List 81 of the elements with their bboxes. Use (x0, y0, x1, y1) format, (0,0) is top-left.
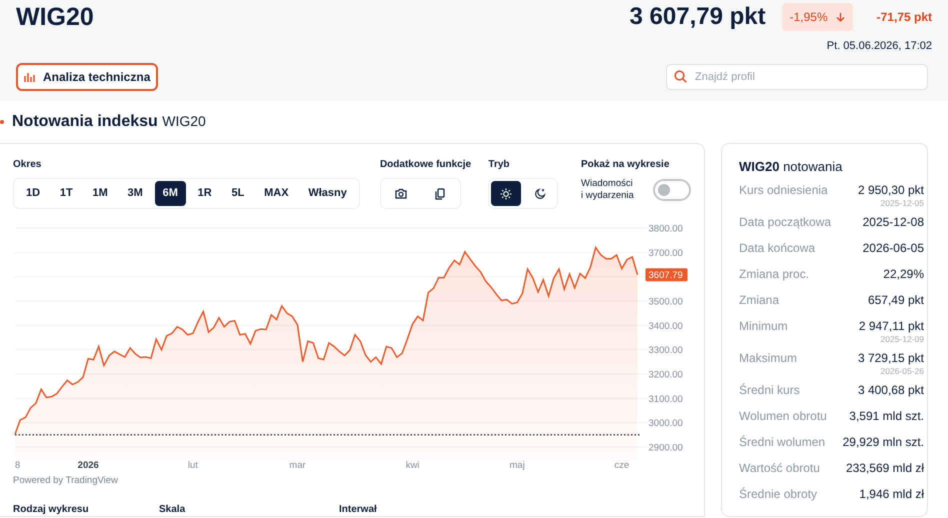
stat-label: Średnie obroty (739, 486, 818, 502)
y-axis-label: 3700.00 (648, 248, 683, 259)
stat-label: Data początkowa (739, 214, 832, 230)
stat-label: Data końcowa (739, 240, 816, 256)
technical-analysis-button[interactable]: Analiza techniczna (16, 62, 158, 90)
control-label: Dodatkowe funkcje (380, 158, 472, 172)
stat-value: 2025-12-08 (862, 214, 924, 228)
stat-date: 2026-05-26 (880, 366, 924, 376)
control-label: Interwał (339, 504, 377, 516)
moon-icon (534, 188, 546, 200)
section-title: Notowania indeksu WIG20 (12, 112, 206, 132)
y-axis-label: 3800.00 (648, 224, 683, 234)
stat-value: 233,569 mld zł (846, 460, 924, 474)
period-tab[interactable]: 6M (154, 181, 186, 206)
x-axis-label: lut (188, 460, 198, 471)
period-tab[interactable]: 1T (52, 181, 81, 206)
stat-value: 3 729,15 pkt (858, 350, 924, 364)
change-points: -71,75 pkt (876, 9, 932, 26)
y-axis-label: 3000.00 (648, 418, 683, 430)
stat-label: Zmiana (739, 292, 780, 308)
x-axis-label: 2026 (78, 460, 99, 471)
card-title: WIG20 notowania (739, 158, 844, 176)
stat-label: Wartość obrotu (739, 460, 820, 476)
y-axis-label: 3400.00 (648, 320, 683, 332)
x-axis-label: cze (614, 460, 630, 471)
period-tab[interactable]: 5L (224, 181, 252, 206)
stat-value: 1,946 mld zł (859, 486, 924, 500)
bar-chart-icon (24, 72, 35, 82)
x-axis-label: mar (289, 460, 306, 471)
control-label: Rodzaj wykresu (13, 504, 89, 516)
timestamp: Pt. 05.06.2026, 17:02 (826, 39, 932, 54)
x-axis-label: kwi (406, 460, 420, 471)
stat-label: Minimum (739, 318, 788, 334)
control-label: Tryb (488, 158, 511, 172)
stat-value: 2 947,11 pkt (858, 318, 924, 332)
page-title: WIG20 (16, 2, 94, 33)
x-axis-label: 8 (15, 460, 20, 471)
y-axis-label: 3200.00 (648, 370, 683, 380)
stat-label: Maksimum (739, 350, 798, 366)
period-tab[interactable]: 1D (18, 181, 48, 206)
control-label: Pokaż na wykresie (581, 158, 670, 172)
stat-value: 2026-06-05 (862, 240, 924, 254)
price-tag: 3607.79 (646, 268, 688, 282)
period-tab[interactable]: MAX (256, 181, 297, 206)
period-tab[interactable]: 1M (84, 181, 116, 206)
y-axis-label: 3500.00 (648, 296, 683, 308)
change-percent-badge: -1,95% (782, 3, 853, 31)
bullet-icon (0, 120, 4, 124)
stat-label: Wolumen obrotu (739, 408, 827, 424)
copy-icon (435, 188, 446, 200)
stat-label: Kurs odniesienia (739, 182, 828, 198)
index-price: 3 607,79 pkt (630, 2, 766, 32)
stat-value: 22,29% (883, 266, 924, 280)
sun-mode-button[interactable] (491, 181, 522, 206)
stat-value: 29,929 mln szt. (842, 434, 924, 448)
period-tab[interactable]: Własny (300, 181, 355, 206)
camera-icon (394, 188, 407, 199)
y-axis-label: 3300.00 (648, 345, 683, 356)
sun-icon (500, 188, 512, 200)
stat-value: 3,591 mld szt. (849, 408, 924, 422)
period-tab[interactable]: 1R (190, 181, 220, 206)
stat-date: 2025-12-05 (880, 198, 924, 208)
y-axis-label: 2900.00 (648, 442, 683, 454)
search-field[interactable]: Znajdź profil (666, 64, 928, 90)
control-label: Skala (159, 504, 186, 516)
x-axis-label: maj (510, 460, 525, 471)
toggle-switch[interactable] (653, 179, 691, 201)
stat-date: 2025-12-09 (880, 334, 924, 344)
search-icon (674, 70, 687, 82)
stat-label: Średni kurs (739, 382, 800, 398)
stat-label: Średni wolumen (739, 434, 826, 450)
control-label: Okres (13, 158, 42, 172)
stat-value: 2 950,30 pkt (858, 182, 924, 196)
stat-value: 3 400,68 pkt (858, 382, 924, 396)
chart-credit: Powered by TradingView (13, 474, 119, 488)
arrow-down-icon (836, 12, 845, 22)
news-toggle-label: Wiadomości i wydarzenia (581, 178, 635, 202)
stat-label: Zmiana proc. (739, 266, 810, 282)
y-axis-label: 3100.00 (648, 394, 683, 405)
period-tab[interactable]: 3M (120, 181, 151, 206)
stat-value: 657,49 pkt (868, 292, 924, 306)
